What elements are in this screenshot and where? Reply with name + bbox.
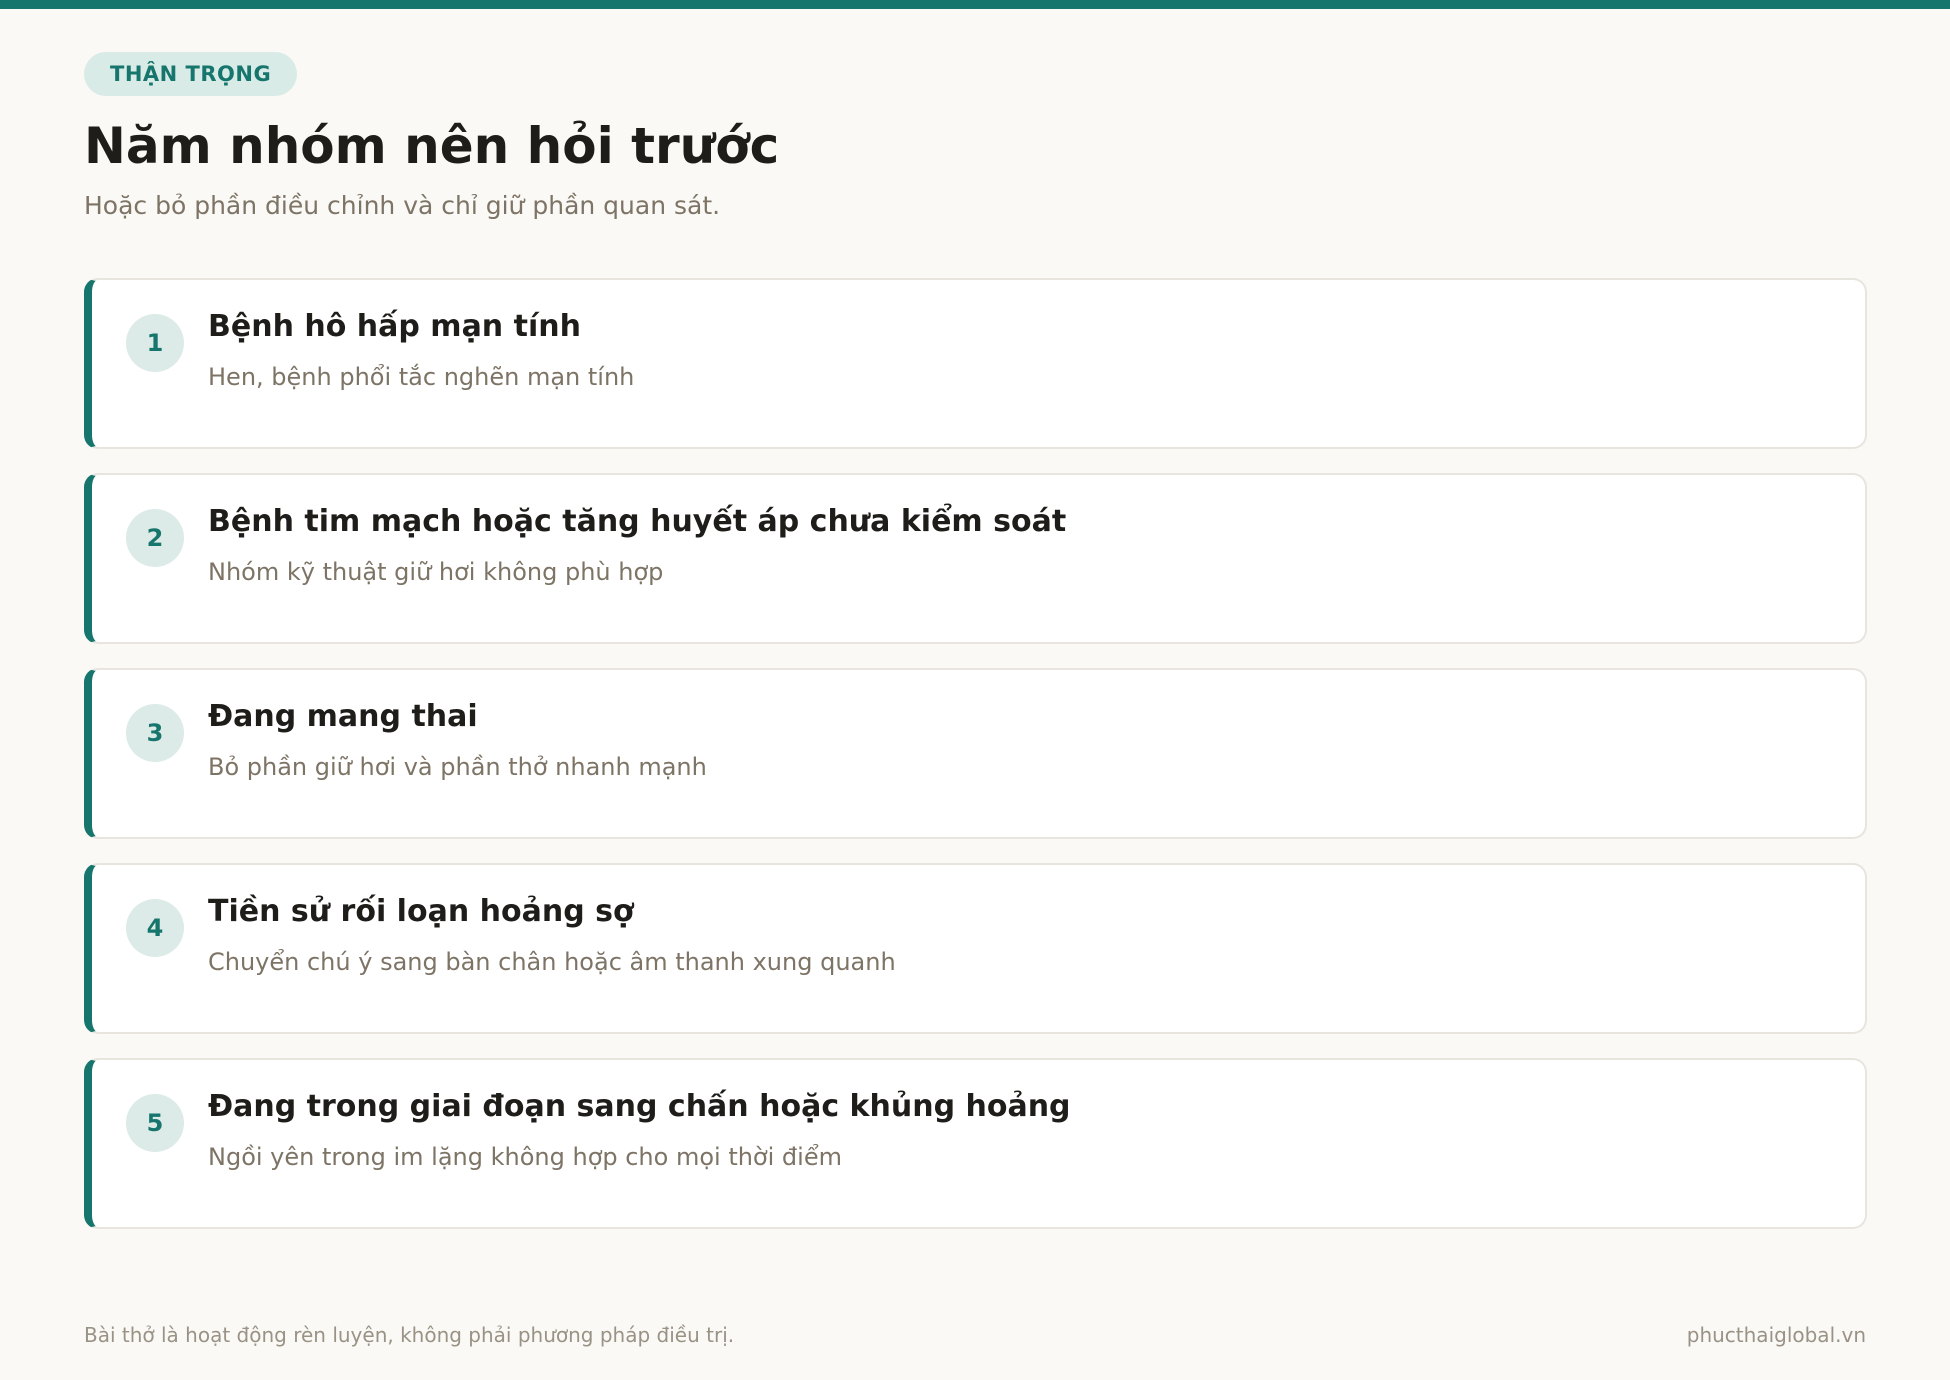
item-description: Bỏ phần giữ hơi và phần thở nhanh mạnh — [208, 753, 707, 781]
item-title: Bệnh tim mạch hoặc tăng huyết áp chưa ki… — [208, 504, 1067, 539]
item-number-badge: 1 — [126, 314, 184, 372]
footer-disclaimer: Bài thở là hoạt động rèn luyện, không ph… — [84, 1323, 735, 1347]
item-number-badge: 5 — [126, 1094, 184, 1152]
page-subtitle: Hoặc bỏ phần điều chỉnh và chỉ giữ phần … — [84, 191, 721, 220]
item-title: Tiền sử rối loạn hoảng sợ — [208, 894, 634, 929]
item-description: Nhóm kỹ thuật giữ hơi không phù hợp — [208, 558, 664, 586]
item-title: Đang mang thai — [208, 699, 478, 734]
top-accent-bar — [0, 0, 1950, 9]
caution-badge: THẬN TRỌNG — [84, 52, 298, 96]
main-content: THẬN TRỌNG Năm nhóm nên hỏi trước Hoặc b… — [84, 52, 1867, 1253]
footer-site-name: phucthaiglobal.vn — [1686, 1323, 1866, 1347]
list-item: 1 Bệnh hô hấp mạn tính Hen, bệnh phổi tắ… — [84, 278, 1867, 449]
item-number-badge: 4 — [126, 899, 184, 957]
item-number-badge: 2 — [126, 509, 184, 567]
list-item: 3 Đang mang thai Bỏ phần giữ hơi và phần… — [84, 668, 1867, 839]
page-title: Năm nhóm nên hỏi trước — [84, 117, 780, 175]
item-description: Chuyển chú ý sang bàn chân hoặc âm thanh… — [208, 948, 896, 976]
item-description: Hen, bệnh phổi tắc nghẽn mạn tính — [208, 363, 635, 391]
caution-list: 1 Bệnh hô hấp mạn tính Hen, bệnh phổi tắ… — [84, 278, 1867, 1229]
list-item: 5 Đang trong giai đoạn sang chấn hoặc kh… — [84, 1058, 1867, 1229]
list-item: 4 Tiền sử rối loạn hoảng sợ Chuyển chú ý… — [84, 863, 1867, 1034]
item-description: Ngồi yên trong im lặng không hợp cho mọi… — [208, 1143, 842, 1171]
item-title: Đang trong giai đoạn sang chấn hoặc khủn… — [208, 1089, 1071, 1124]
item-number-badge: 3 — [126, 704, 184, 762]
item-title: Bệnh hô hấp mạn tính — [208, 309, 581, 344]
list-item: 2 Bệnh tim mạch hoặc tăng huyết áp chưa … — [84, 473, 1867, 644]
